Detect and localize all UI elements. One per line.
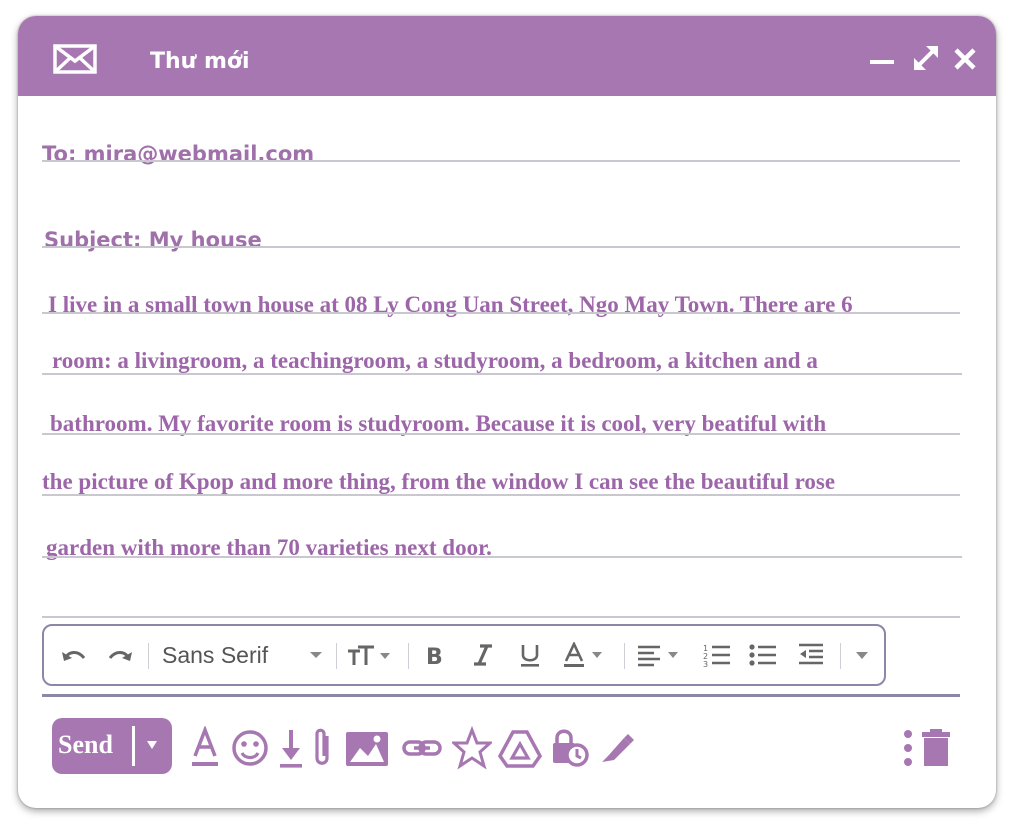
numbered-list-icon[interactable]: 123: [702, 640, 732, 670]
window-title: Thư mới: [150, 49, 250, 74]
insert-photo-icon[interactable]: [344, 726, 390, 775]
line-divider: [42, 616, 960, 618]
toolbar-separator: [336, 643, 337, 669]
font-dropdown-icon[interactable]: [306, 640, 326, 670]
line-divider: [42, 433, 960, 435]
more-formatting-icon[interactable]: [850, 640, 874, 670]
italic-icon[interactable]: [470, 640, 496, 670]
confidential-mode-icon[interactable]: [550, 726, 590, 775]
more-options-icon[interactable]: [902, 726, 914, 775]
body-line: room: a livingroom, a teachingroom, a st…: [52, 348, 818, 373]
close-icon[interactable]: [948, 38, 984, 74]
formatting-toolbar: Sans Serif B 123: [42, 624, 886, 686]
expand-icon[interactable]: [908, 38, 944, 74]
redo-icon[interactable]: [104, 640, 136, 670]
drive-icon[interactable]: [497, 726, 543, 775]
bulleted-list-icon[interactable]: [748, 640, 778, 670]
title-bar: Thư mới: [18, 16, 996, 96]
align-icon[interactable]: [636, 640, 688, 670]
body-line: the picture of Kpop and more thing, from…: [42, 469, 836, 494]
attach-icon[interactable]: [312, 726, 334, 775]
line-divider: [42, 373, 962, 375]
underline-icon[interactable]: [516, 640, 544, 670]
text-size-icon[interactable]: [344, 640, 396, 670]
toolbar-separator: [408, 643, 409, 669]
svg-text:3: 3: [703, 660, 708, 668]
to-field[interactable]: To: mira@webmail.com: [42, 142, 314, 166]
line-divider: [42, 312, 960, 314]
send-divider: [132, 726, 135, 766]
envelope-icon: [53, 44, 97, 79]
to-divider: [42, 160, 960, 162]
delete-icon[interactable]: [920, 726, 952, 775]
svg-text:B: B: [426, 645, 443, 667]
toolbar-separator: [624, 643, 625, 669]
send-label: Send: [58, 730, 113, 759]
bold-icon[interactable]: B: [422, 640, 448, 670]
formatting-options-icon[interactable]: [190, 725, 220, 775]
emoji-icon[interactable]: [230, 726, 270, 775]
toolbar-separator: [148, 643, 149, 669]
font-selector[interactable]: Sans Serif: [162, 642, 268, 669]
compose-window: Thư mới To: mira@webmail.com Subject: My…: [18, 16, 996, 808]
subject-divider: [42, 246, 960, 248]
toolbar-divider: [42, 694, 960, 697]
line-divider: [42, 556, 962, 558]
subject-field[interactable]: Subject: My house: [44, 228, 262, 252]
indent-less-icon[interactable]: [796, 640, 826, 670]
signature-icon[interactable]: [598, 726, 634, 775]
download-icon[interactable]: [278, 726, 304, 775]
insert-link-icon[interactable]: [402, 726, 442, 775]
send-options-icon[interactable]: [145, 738, 159, 757]
undo-icon[interactable]: [58, 640, 90, 670]
minimize-icon[interactable]: [864, 38, 900, 74]
body-line: I live in a small town house at 08 Ly Co…: [48, 292, 853, 317]
send-button[interactable]: Send: [52, 718, 172, 774]
line-divider: [42, 494, 960, 496]
toolbar-separator: [840, 643, 841, 669]
star-icon[interactable]: [450, 725, 494, 775]
text-color-icon[interactable]: [562, 640, 614, 670]
